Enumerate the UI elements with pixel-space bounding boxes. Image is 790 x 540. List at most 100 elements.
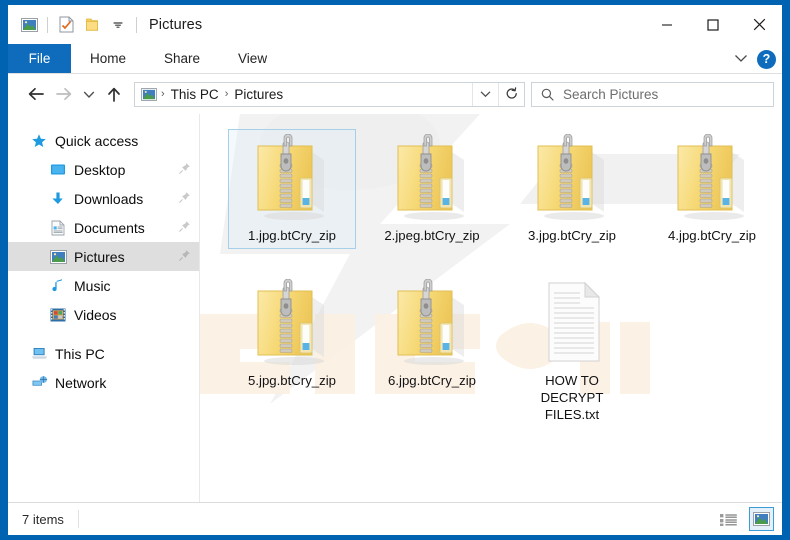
zip-folder-icon [530, 134, 614, 226]
new-folder-icon[interactable] [79, 12, 105, 38]
sidebar-item-desktop[interactable]: Desktop [8, 155, 199, 184]
customize-dropdown-icon[interactable] [105, 12, 131, 38]
address-history-dropdown-icon[interactable] [472, 82, 498, 106]
refresh-icon[interactable] [498, 82, 524, 106]
file-item[interactable]: HOW TO DECRYPT FILES.txt [502, 268, 642, 422]
file-name: 6.jpg.btCry_zip [388, 373, 476, 388]
breadcrumb-item-pictures[interactable]: Pictures [230, 87, 287, 102]
sidebar-label: Videos [74, 306, 117, 323]
sidebar-item-documents[interactable]: Documents [8, 213, 199, 242]
breadcrumb-separator: › [161, 88, 165, 100]
tab-file[interactable]: File [8, 44, 71, 73]
ribbon-tab-bar: File Home Share View ? [8, 44, 782, 74]
pin-icon[interactable] [178, 191, 191, 207]
view-toggle-group [716, 507, 774, 531]
window-title: Pictures [149, 16, 203, 33]
sidebar-label: Music [74, 277, 111, 294]
minimize-button[interactable] [644, 5, 690, 44]
file-item[interactable]: 6.jpg.btCry_zip [362, 268, 502, 413]
music-icon [49, 277, 67, 295]
sidebar-label: This PC [55, 345, 105, 362]
sidebar-label: Network [55, 374, 107, 391]
file-name: 4.jpg.btCry_zip [668, 228, 756, 243]
file-grid: 1.jpg.btCry_zip 2.jpeg.btCry_zip 3.jpg.b… [200, 114, 782, 422]
file-item[interactable]: 3.jpg.btCry_zip [502, 123, 642, 268]
details-view-button[interactable] [716, 507, 741, 531]
zip-folder-icon [250, 279, 334, 371]
properties-icon[interactable] [53, 12, 79, 38]
sidebar-label: Quick access [55, 132, 139, 149]
navigation-pane: Quick access Desktop Downloads Documents… [8, 114, 200, 502]
breadcrumb-item-this-pc[interactable]: This PC [167, 87, 223, 102]
breadcrumb: › This PC › Pictures [135, 87, 472, 102]
zip-folder-icon [390, 279, 474, 371]
file-item[interactable]: 1.jpg.btCry_zip [222, 123, 362, 268]
sidebar-label: Downloads [74, 190, 144, 207]
pin-icon[interactable] [178, 162, 191, 178]
sidebar-item-pictures[interactable]: Pictures [8, 242, 199, 271]
chevron-down-icon[interactable] [734, 50, 748, 68]
large-icons-view-button[interactable] [749, 507, 774, 531]
breadcrumb-root-icon[interactable] [141, 87, 157, 101]
ribbon-right-controls: ? [734, 44, 776, 74]
sidebar-item-quick-access[interactable]: Quick access [8, 126, 199, 155]
file-item[interactable]: 4.jpg.btCry_zip [642, 123, 782, 268]
recent-locations-button[interactable] [78, 80, 100, 108]
search-icon [541, 88, 554, 101]
address-bar[interactable]: › This PC › Pictures [134, 81, 525, 107]
breadcrumb-separator-2: › [224, 88, 229, 100]
file-name: HOW TO DECRYPT FILES.txt [540, 373, 604, 422]
tab-home[interactable]: Home [71, 44, 145, 73]
documents-icon [49, 219, 67, 237]
pin-icon[interactable] [178, 249, 191, 265]
title-bar: Pictures [8, 5, 782, 44]
window-controls [644, 5, 782, 44]
desktop-icon [49, 161, 67, 179]
file-name: 2.jpeg.btCry_zip [384, 228, 480, 243]
sidebar-item-network[interactable]: Network [8, 368, 199, 397]
text-file-icon [533, 279, 611, 371]
address-bar-row: › This PC › Pictures Search Pictures [8, 74, 782, 114]
up-button[interactable] [100, 80, 128, 108]
sidebar-item-videos[interactable]: Videos [8, 300, 199, 329]
tab-share[interactable]: Share [145, 44, 219, 73]
star-icon [30, 132, 48, 150]
zip-folder-icon [670, 134, 754, 226]
file-item[interactable]: 2.jpeg.btCry_zip [362, 123, 502, 268]
search-box[interactable]: Search Pictures [531, 81, 774, 107]
sidebar-label: Desktop [74, 161, 126, 178]
file-list-pane[interactable]: 1.jpg.btCry_zip 2.jpeg.btCry_zip 3.jpg.b… [200, 114, 782, 502]
pictures-icon [49, 248, 67, 266]
back-button[interactable] [22, 80, 50, 108]
videos-icon [49, 306, 67, 324]
maximize-button[interactable] [690, 5, 736, 44]
sidebar-item-music[interactable]: Music [8, 271, 199, 300]
file-name: 5.jpg.btCry_zip [248, 373, 336, 388]
sidebar-item-downloads[interactable]: Downloads [8, 184, 199, 213]
sidebar-item-this-pc[interactable]: This PC [8, 339, 199, 368]
file-name: 3.jpg.btCry_zip [528, 228, 616, 243]
qat-divider [47, 16, 48, 33]
this-pc-icon [30, 345, 48, 363]
file-item[interactable]: 5.jpg.btCry_zip [222, 268, 362, 413]
pin-icon[interactable] [178, 220, 191, 236]
status-bar: 7 items [8, 502, 782, 535]
zip-folder-icon [250, 134, 334, 226]
tab-view[interactable]: View [219, 44, 286, 73]
pictures-icon[interactable] [16, 12, 42, 38]
explorer-body: Quick access Desktop Downloads Documents… [8, 114, 782, 502]
file-explorer-window: Pictures File Home Share View ? › This P… [8, 5, 782, 535]
status-divider [77, 510, 79, 528]
forward-button [50, 80, 78, 108]
file-name: 1.jpg.btCry_zip [248, 228, 336, 243]
zip-folder-icon [390, 134, 474, 226]
sidebar-label: Pictures [74, 248, 125, 265]
help-icon[interactable]: ? [757, 49, 776, 69]
close-button[interactable] [736, 5, 782, 44]
network-icon [30, 374, 48, 392]
qat-divider-2 [136, 16, 137, 33]
item-count: 7 items [22, 511, 64, 527]
quick-access-toolbar [8, 12, 142, 38]
search-input[interactable]: Search Pictures [563, 87, 658, 102]
